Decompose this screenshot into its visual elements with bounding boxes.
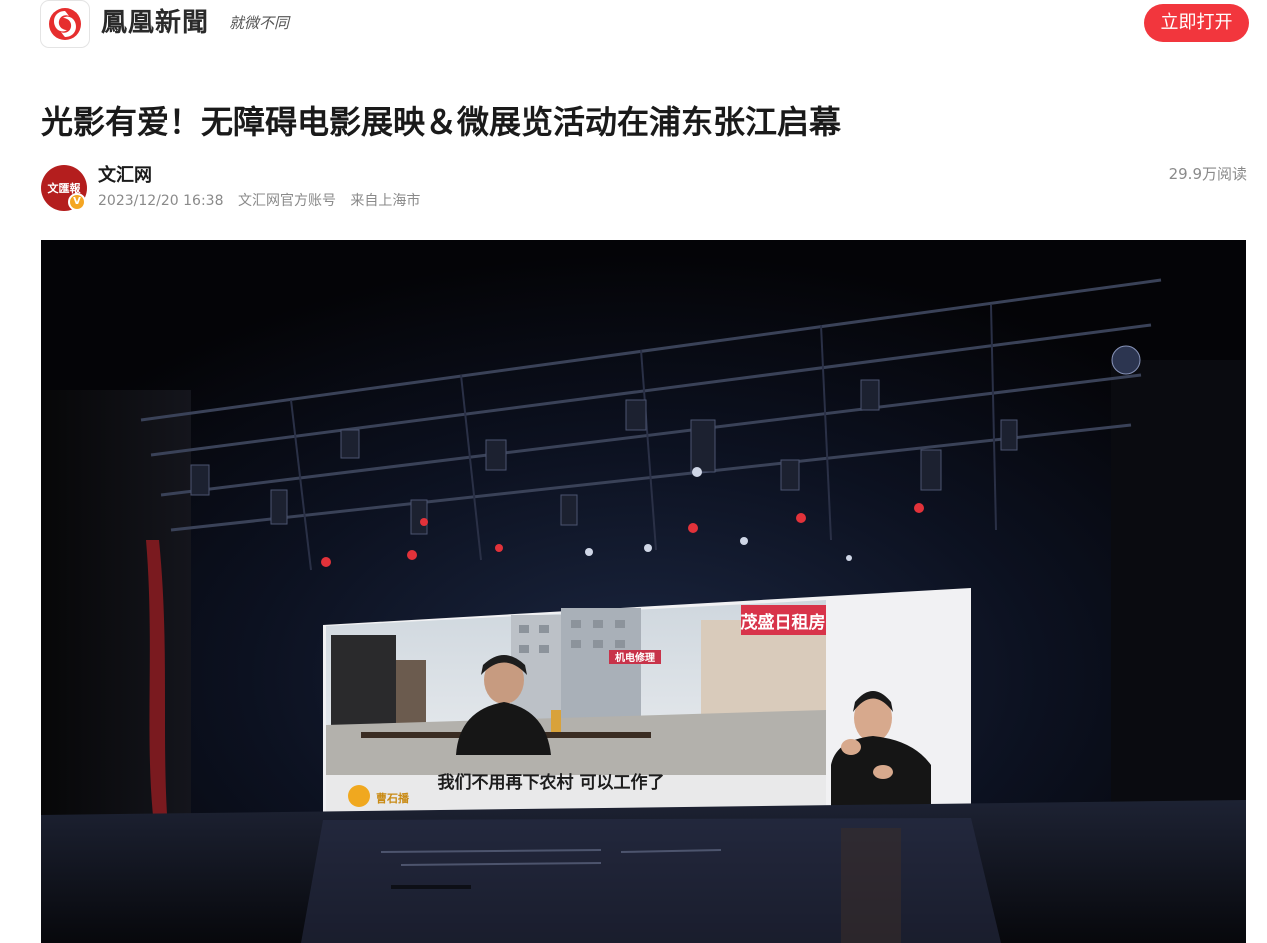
verified-v-icon: V [68, 193, 86, 211]
publish-location: 来自上海市 [350, 193, 421, 209]
article-meta: 2023/12/20 16:38 文汇网官方账号 来自上海市 [98, 191, 430, 211]
author-name[interactable]: 文汇网 [98, 164, 152, 188]
film-subtitle: 我们不用再下农村 可以工作了 [438, 772, 665, 793]
top-bar: 鳳凰新聞 就微不同 立即打开 [0, 0, 1267, 50]
open-app-button[interactable]: 立即打开 [1144, 4, 1249, 42]
channel-logo-text: 曹石播 [376, 791, 410, 805]
brand-slogan: 就微不同 [229, 14, 290, 32]
phoenix-logo-icon[interactable] [40, 0, 90, 48]
read-count: 29.9万阅读 [1168, 165, 1247, 183]
publish-datetime: 2023/12/20 16:38 [98, 193, 224, 209]
stage-photo-illustration: 茂盛日租房 机电修理 我们不用再下农村 可以工作了 曹石播 [41, 240, 1246, 943]
account-type: 文汇网官方账号 [237, 193, 336, 209]
repair-sign-text: 机电修理 [615, 651, 655, 664]
shop-sign-text: 茂盛日租房 [741, 612, 826, 633]
article-title: 光影有爱！无障碍电影展映＆微展览活动在浦东张江启幕 [41, 103, 842, 141]
article-photo[interactable]: 茂盛日租房 机电修理 我们不用再下农村 可以工作了 曹石播 [41, 240, 1246, 943]
brand-name: 鳳凰新聞 [101, 8, 210, 38]
